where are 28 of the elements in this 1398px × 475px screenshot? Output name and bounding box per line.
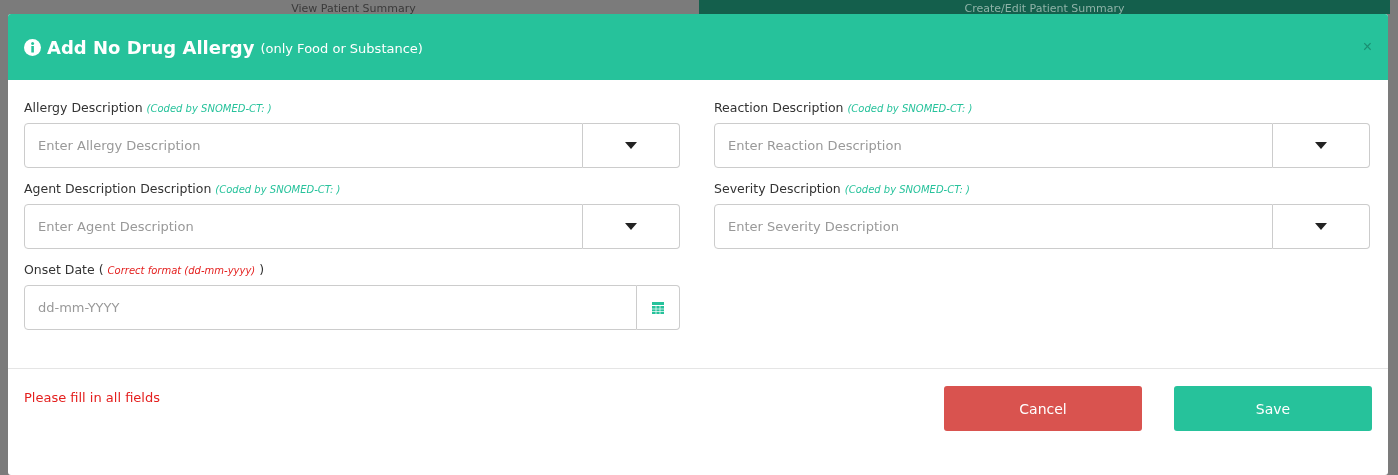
close-button[interactable]: × [1362, 38, 1372, 56]
field-label: Agent Description Description (Coded by SNOMED-CT: ) [24, 181, 342, 196]
error-message: Please fill in all fields [24, 390, 160, 405]
save-button[interactable]: Save [1174, 386, 1372, 431]
dropdown-button[interactable] [583, 204, 680, 249]
info-icon [24, 38, 41, 56]
field-label: Severity Description (Coded by SNOMED-CT: ) [714, 181, 971, 196]
caret-icon [625, 142, 637, 149]
cancel-button[interactable]: Cancel [944, 386, 1142, 431]
input-field[interactable]: Enter Reaction Description [714, 123, 1273, 168]
dropdown-button[interactable] [1273, 204, 1370, 249]
input-field[interactable]: Enter Severity Description [714, 204, 1273, 249]
caret-icon [625, 223, 637, 230]
modal-title: Add No Drug Allergy [47, 36, 255, 58]
input-field[interactable]: Enter Agent Description [24, 204, 583, 249]
calendar-icon [652, 301, 664, 314]
caret-icon [1315, 223, 1327, 230]
date-field[interactable]: dd-mm-YYYY [24, 285, 637, 330]
background-tab[interactable]: Create/Edit Patient Summary [699, 0, 1390, 14]
dropdown-button[interactable] [583, 123, 680, 168]
dropdown-button[interactable] [1273, 123, 1370, 168]
field-label: Onset Date ( Correct format (dd-mm-yyyy) ) [24, 262, 266, 277]
field-label: Allergy Description (Coded by SNOMED-CT: ) [24, 100, 273, 115]
input-field[interactable]: Enter Allergy Description [24, 123, 583, 168]
calendar-addon[interactable] [637, 285, 680, 330]
modal-subtitle: (only Food or Substance) [260, 41, 423, 56]
caret-icon [1315, 142, 1327, 149]
field-label: Reaction Description (Coded by SNOMED-CT: ) [714, 100, 974, 115]
